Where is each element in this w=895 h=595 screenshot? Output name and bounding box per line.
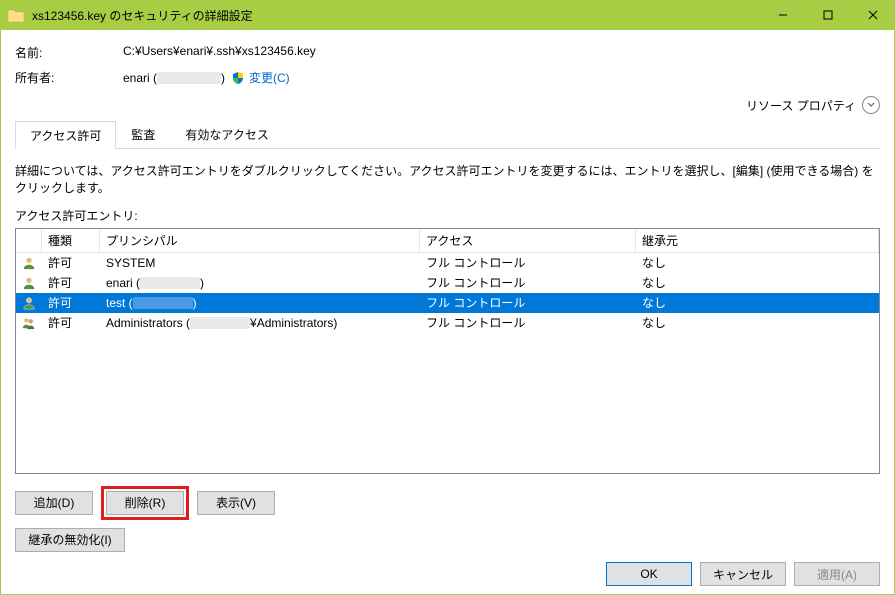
grid-body: 許可SYSTEMフル コントロールなし許可enari ()フル コントロールなし… [16,253,879,473]
cell-access: フル コントロール [420,274,636,291]
highlight-box: 削除(R) [101,486,189,520]
user-icon [16,315,42,331]
change-owner-link[interactable]: 変更(C) [249,69,290,86]
cell-principal: test () [100,296,420,310]
owner-label: 所有者: [15,69,123,86]
cell-inherit: なし [636,294,879,311]
col-principal[interactable]: プリンシパル [100,229,420,252]
description-text: 詳細については、アクセス許可エントリをダブルクリックしてください。アクセス許可エ… [15,163,880,197]
cell-access: フル コントロール [420,254,636,271]
grid-header: 種類 プリンシパル アクセス 継承元 [16,229,879,253]
button-row-2: 継承の無効化(I) [15,528,880,552]
minimize-button[interactable] [760,0,805,30]
ok-button[interactable]: OK [606,562,692,586]
user-icon [16,275,42,291]
content: 名前: C:¥Users¥enari¥.ssh¥xs123456.key 所有者… [0,30,895,595]
table-row[interactable]: 許可test ()フル コントロールなし [16,293,879,313]
cell-type: 許可 [42,254,100,271]
owner-row: 所有者: enari () 変更(C) [15,69,880,86]
user-icon [16,295,42,311]
button-row-1: 追加(D) 削除(R) 表示(V) [15,486,880,520]
cell-principal: Administrators (¥Administrators) [100,316,420,330]
cell-inherit: なし [636,254,879,271]
name-value: C:¥Users¥enari¥.ssh¥xs123456.key [123,44,316,61]
owner-suffix: ) [221,71,225,85]
table-row[interactable]: 許可SYSTEMフル コントロールなし [16,253,879,273]
owner-value: enari () [123,71,225,85]
cell-principal: SYSTEM [100,256,420,270]
permissions-grid: 種類 プリンシパル アクセス 継承元 許可SYSTEMフル コントロールなし許可… [15,228,880,474]
table-row[interactable]: 許可Administrators (¥Administrators)フル コント… [16,313,879,333]
dialog-footer: OK キャンセル 適用(A) [15,552,880,586]
apply-button[interactable]: 適用(A) [794,562,880,586]
tab-effective-access[interactable]: 有効なアクセス [170,120,283,148]
cell-type: 許可 [42,314,100,331]
name-label: 名前: [15,44,123,61]
add-button[interactable]: 追加(D) [15,491,93,515]
titlebar: xs123456.key のセキュリティの詳細設定 [0,0,895,30]
cell-principal: enari () [100,276,420,290]
chevron-down-icon[interactable] [862,96,880,114]
col-type[interactable]: 種類 [42,229,100,252]
entries-label: アクセス許可エントリ: [15,207,880,224]
shield-icon [231,71,245,85]
col-inherit[interactable]: 継承元 [636,229,879,252]
remove-button[interactable]: 削除(R) [106,491,184,515]
folder-icon [8,9,24,22]
close-button[interactable] [850,0,895,30]
tab-bar: アクセス許可 監査 有効なアクセス [15,120,880,149]
cell-inherit: なし [636,274,879,291]
owner-name: enari ( [123,71,157,85]
table-row[interactable]: 許可enari ()フル コントロールなし [16,273,879,293]
redacted-text [157,72,221,84]
cell-type: 許可 [42,274,100,291]
disable-inheritance-button[interactable]: 継承の無効化(I) [15,528,125,552]
user-icon [16,255,42,271]
cancel-button[interactable]: キャンセル [700,562,786,586]
resource-properties-label: リソース プロパティ [746,97,856,114]
window-title: xs123456.key のセキュリティの詳細設定 [32,7,760,24]
cell-type: 許可 [42,294,100,311]
name-row: 名前: C:¥Users¥enari¥.ssh¥xs123456.key [15,44,880,61]
cell-access: フル コントロール [420,314,636,331]
tab-auditing[interactable]: 監査 [116,120,170,148]
resource-properties-row: リソース プロパティ [15,96,880,114]
cell-inherit: なし [636,314,879,331]
col-access[interactable]: アクセス [420,229,636,252]
tab-permissions[interactable]: アクセス許可 [15,121,116,149]
view-button[interactable]: 表示(V) [197,491,275,515]
cell-access: フル コントロール [420,294,636,311]
col-icon[interactable] [16,229,42,252]
maximize-button[interactable] [805,0,850,30]
